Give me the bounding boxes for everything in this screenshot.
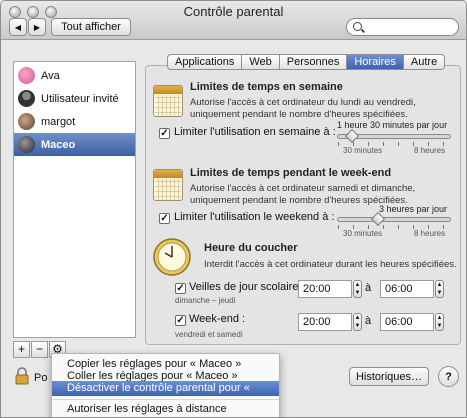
weekend-title: Limites de temps pendant le week-end [190, 167, 392, 179]
weekday-limit-checkbox[interactable]: ✓ [159, 128, 170, 139]
school-from-time[interactable]: 20:00 [298, 280, 352, 298]
weekend-max-label: 8 heures [414, 229, 446, 238]
avatar [18, 67, 35, 84]
action-menu: Copier les réglages pour « Maceo » Colle… [51, 353, 280, 417]
search-input[interactable] [346, 18, 459, 36]
add-user-button[interactable]: + [13, 341, 30, 358]
user-item-ava[interactable]: Ava [14, 64, 135, 87]
school-nights-sub: dimanche – jeudi [175, 296, 236, 305]
bedtime-title: Heure du coucher [204, 242, 298, 254]
menu-item-remote-settings[interactable]: Autoriser les réglages à distance [52, 402, 279, 417]
tab-people[interactable]: Personnes [279, 54, 348, 70]
weekend-nights-sub: vendredi et samedi [175, 330, 243, 339]
weekend-limit-label: Limiter l'utilisation le weekend à : [174, 211, 335, 223]
tab-applications[interactable]: Applications [167, 54, 243, 70]
weekend-to-word: à [365, 315, 372, 327]
weekend-limit-checkbox[interactable]: ✓ [159, 213, 170, 224]
tab-schedules[interactable]: Horaires [347, 54, 404, 70]
weekend-from-time[interactable]: 20:00 [298, 313, 352, 331]
weekday-value: 1 heure 30 minutes par jour [337, 120, 448, 130]
avatar [18, 136, 35, 153]
user-item-maceo[interactable]: Maceo [14, 133, 135, 156]
user-name: margot [41, 115, 76, 128]
tab-web[interactable]: Web [242, 54, 280, 70]
help-button[interactable]: ? [438, 366, 459, 387]
weekend-min-label: 30 minutes [343, 229, 383, 238]
forward-button[interactable]: ▶ [28, 18, 46, 36]
bedtime-desc: Interdit l'accès à cet ordinateur durant… [204, 259, 457, 270]
school-to-time[interactable]: 06:00 [380, 280, 434, 298]
avatar [18, 113, 35, 130]
show-all-button[interactable]: Tout afficher [51, 18, 131, 36]
weekend-desc-line1: Autorise l'accès à cet ordinateur samedi… [190, 183, 416, 194]
school-nights-label: Veilles de jour scolaire : [189, 281, 305, 293]
weekend-nights-checkbox[interactable]: ✓ [175, 315, 186, 326]
user-name: Utilisateur invité [41, 92, 119, 105]
tab-other[interactable]: Autre [403, 54, 446, 70]
clock-icon [153, 238, 191, 276]
weekday-max-label: 8 heures [414, 146, 446, 155]
menu-item-disable-parental-controls[interactable]: Désactiver le contrôle parental pour « M… [52, 381, 279, 409]
back-button[interactable]: ◀ [9, 18, 27, 36]
weekday-limit-label: Limiter l'utilisation en semaine à : [174, 126, 336, 138]
school-to-word: à [365, 282, 372, 294]
lock-icon[interactable] [15, 367, 29, 385]
school-from-stepper[interactable]: ▲ ▼ [353, 280, 362, 298]
user-item-guest[interactable]: Utilisateur invité [14, 87, 135, 110]
weekend-nights-label: Week-end : [189, 313, 246, 325]
user-name: Ava [41, 69, 60, 82]
avatar [18, 90, 35, 107]
calendar-icon [153, 85, 183, 117]
weekday-min-label: 30 minutes [343, 146, 383, 155]
weekday-title: Limites de temps en semaine [190, 81, 343, 93]
menu-separator [52, 399, 279, 400]
weekday-desc-line1: Autorise l'accès à cet ordinateur du lun… [190, 97, 416, 108]
weekend-to-stepper[interactable]: ▲ ▼ [435, 313, 444, 331]
user-item-margot[interactable]: margot [14, 110, 135, 133]
weekend-from-stepper[interactable]: ▲ ▼ [353, 313, 362, 331]
search-icon [353, 22, 362, 31]
lock-text: Po [34, 372, 48, 384]
title-bar: Contrôle parental ◀ ▶ Tout afficher [1, 1, 466, 40]
school-to-stepper[interactable]: ▲ ▼ [435, 280, 444, 298]
window-title: Contrôle parental [183, 4, 284, 19]
remove-user-button[interactable]: − [31, 341, 48, 358]
user-list: Ava Utilisateur invité margot Maceo [13, 61, 136, 338]
preferences-window: Contrôle parental ◀ ▶ Tout afficher Ava … [0, 0, 467, 418]
calendar-icon [153, 169, 183, 201]
user-name: Maceo [41, 138, 76, 151]
tab-bar: Applications Web Personnes Horaires Autr… [167, 54, 446, 70]
weekend-desc-line2: uniquement pendant le nombre d'heures sp… [190, 195, 408, 206]
school-nights-checkbox[interactable]: ✓ [175, 283, 186, 294]
weekend-slider-track[interactable] [337, 217, 451, 222]
history-button[interactable]: Historiques… [349, 367, 429, 386]
weekend-value: 3 heures par jour [379, 204, 448, 214]
weekend-to-time[interactable]: 06:00 [380, 313, 434, 331]
